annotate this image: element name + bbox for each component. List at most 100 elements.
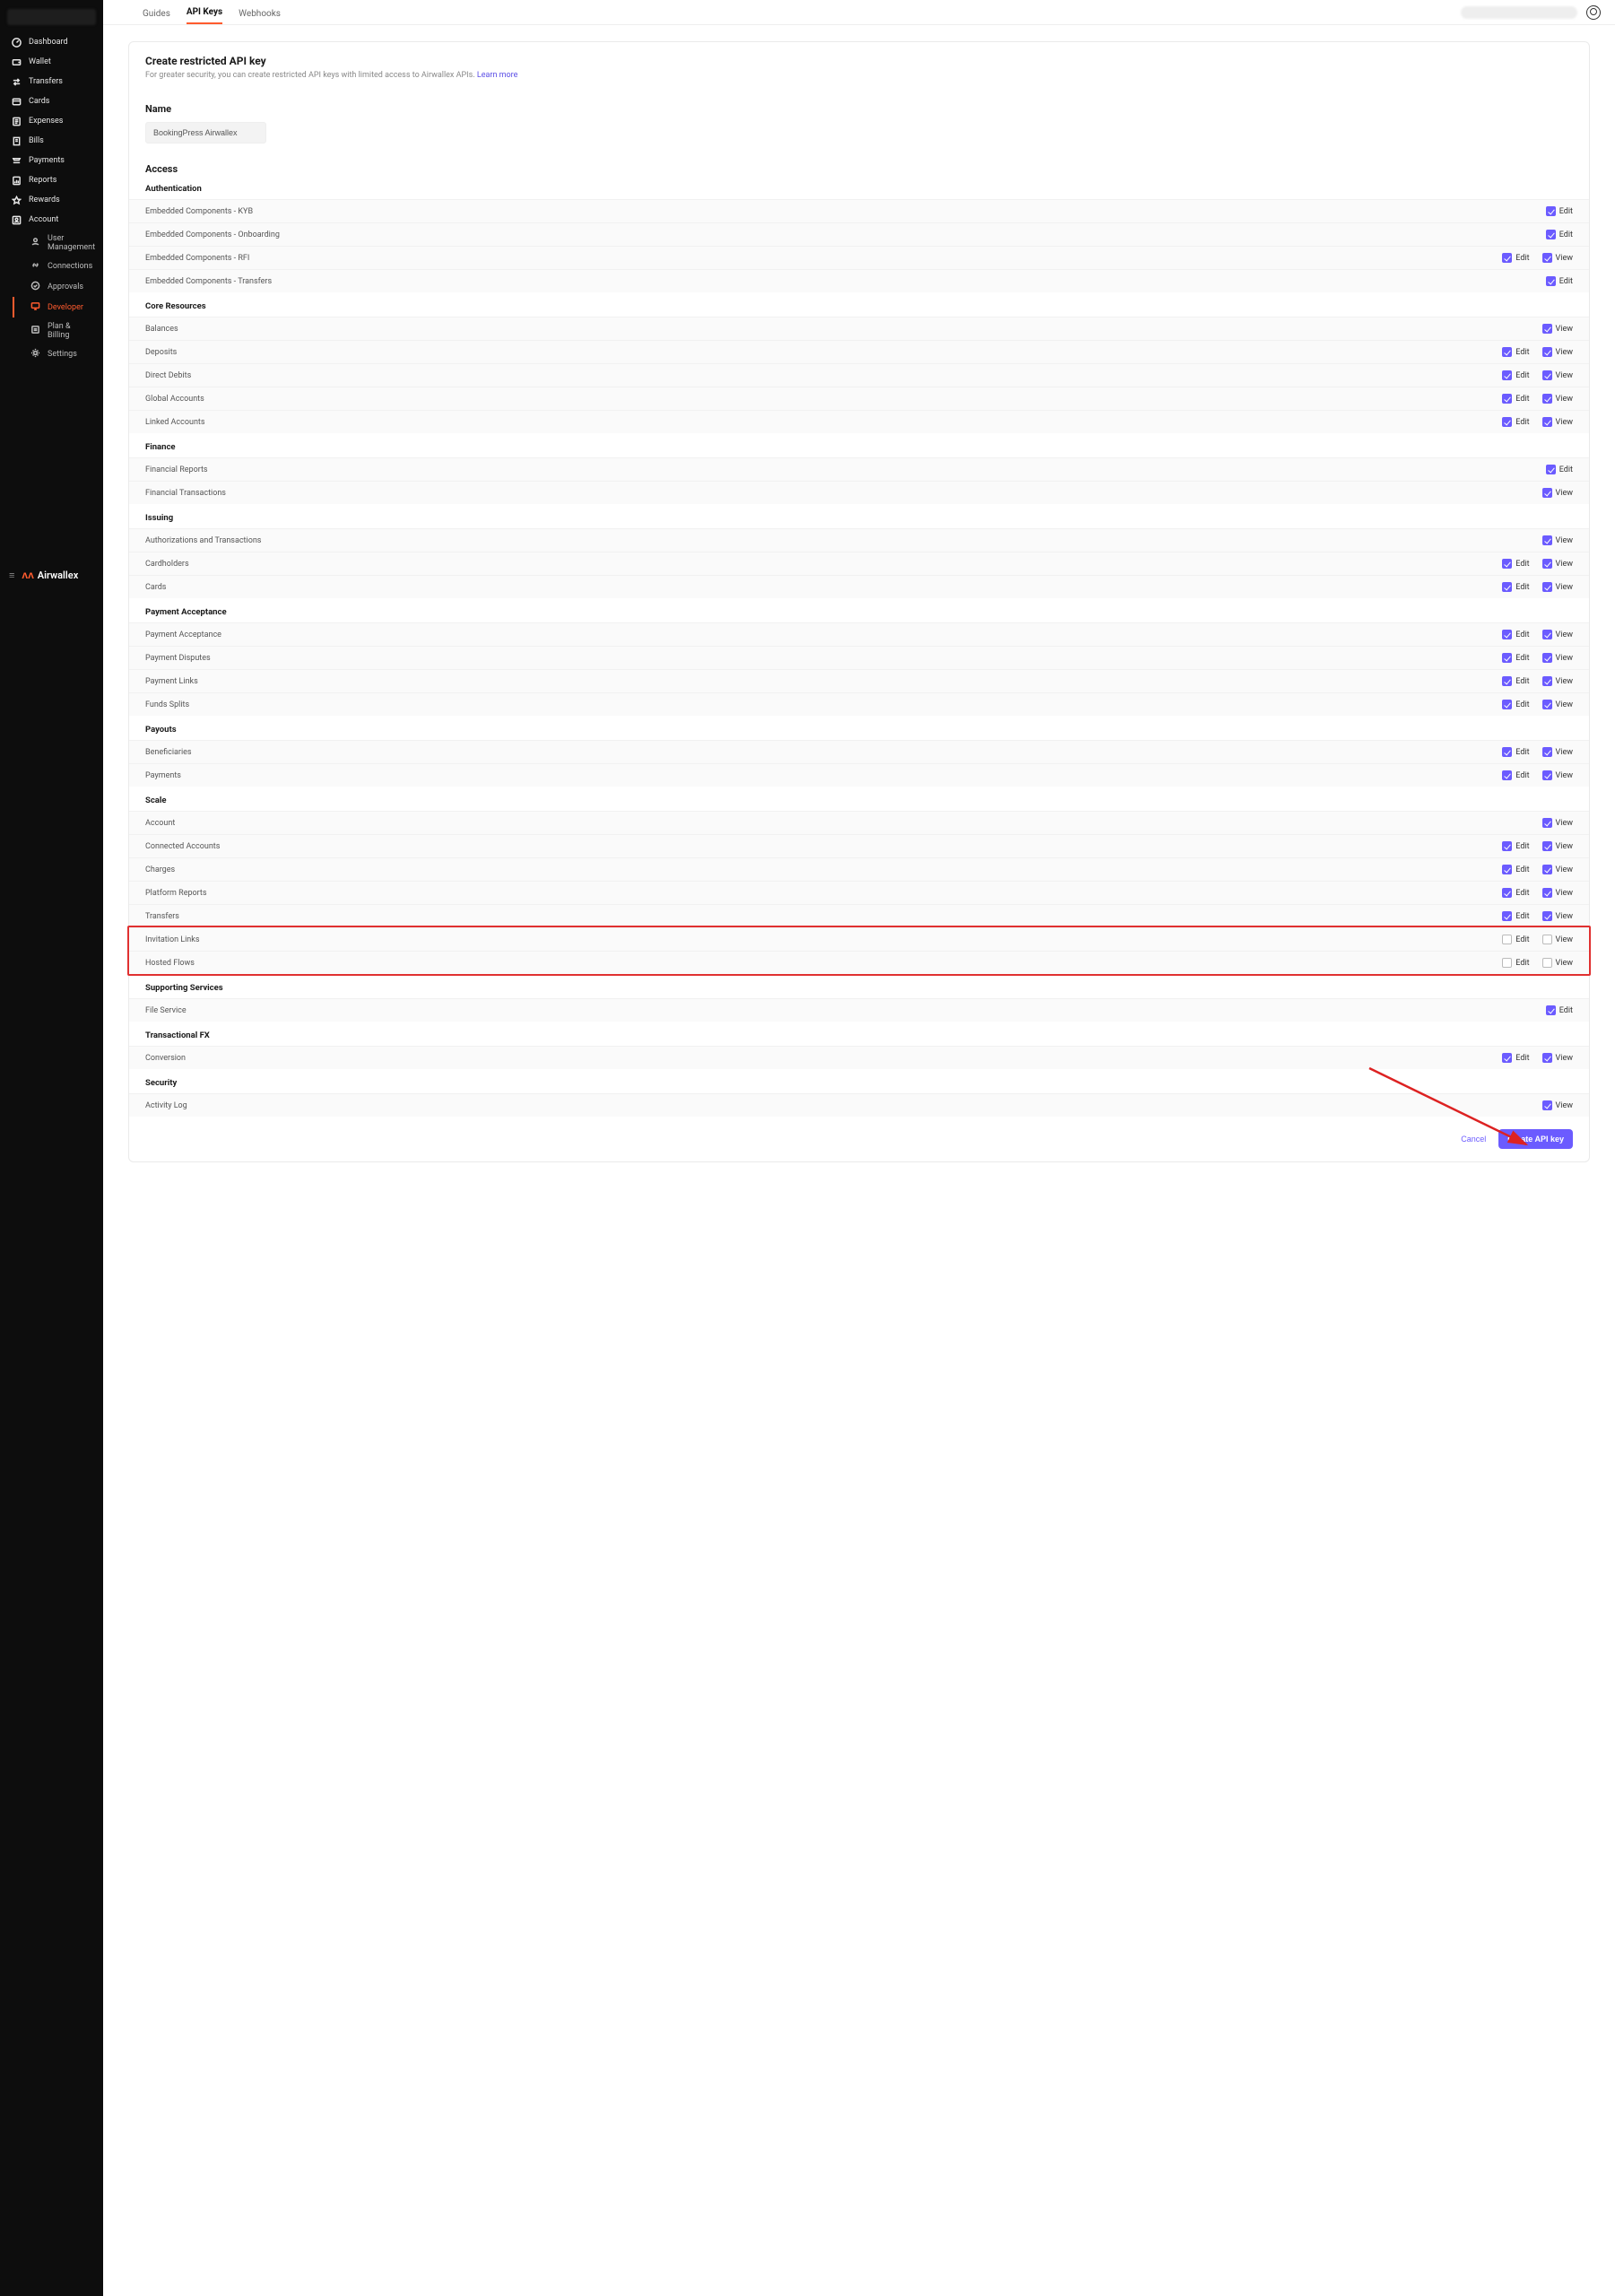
permission-name: File Service — [145, 1006, 187, 1015]
edit-checkbox[interactable]: Edit — [1502, 770, 1529, 780]
edit-checkbox[interactable]: Edit — [1502, 841, 1529, 851]
tab-webhooks[interactable]: Webhooks — [239, 9, 281, 24]
plan-icon — [30, 325, 40, 337]
tab-api-keys[interactable]: API Keys — [187, 7, 222, 24]
monitor-icon — [30, 301, 40, 314]
edit-checkbox[interactable]: Edit — [1502, 676, 1529, 686]
edit-checkbox[interactable]: Edit — [1546, 465, 1573, 474]
view-checkbox[interactable]: View — [1542, 653, 1573, 663]
view-checkbox[interactable]: View — [1542, 394, 1573, 404]
name-section-title: Name — [145, 103, 1573, 115]
sidebar-sub-approvals[interactable]: Approvals — [13, 276, 103, 297]
sidebar-item-label: Dashboard — [29, 38, 68, 47]
view-checkbox[interactable]: View — [1542, 370, 1573, 380]
edit-checkbox[interactable]: Edit — [1502, 630, 1529, 639]
edit-checkbox[interactable]: Edit — [1502, 958, 1529, 968]
group-header: Core Resources — [129, 292, 1589, 317]
view-checkbox[interactable]: View — [1542, 841, 1573, 851]
sidebar-item-dashboard[interactable]: Dashboard — [0, 32, 103, 52]
permission-row: Payment DisputesEditView — [129, 646, 1589, 669]
learn-more-link[interactable]: Learn more — [477, 71, 518, 80]
edit-checkbox[interactable]: Edit — [1502, 417, 1529, 427]
sidebar-item-reports[interactable]: Reports — [0, 170, 103, 190]
edit-checkbox[interactable]: Edit — [1546, 230, 1573, 239]
view-checkbox[interactable]: View — [1542, 958, 1573, 968]
view-checkbox[interactable]: View — [1542, 818, 1573, 828]
edit-checkbox[interactable]: Edit — [1502, 865, 1529, 874]
view-checkbox[interactable]: View — [1542, 1053, 1573, 1063]
sidebar-item-expenses[interactable]: Expenses — [0, 111, 103, 131]
permission-name: Hosted Flows — [145, 959, 195, 968]
view-checkbox[interactable]: View — [1542, 535, 1573, 545]
sidebar-item-rewards[interactable]: Rewards — [0, 190, 103, 210]
edit-checkbox[interactable]: Edit — [1502, 394, 1529, 404]
view-checkbox[interactable]: View — [1542, 253, 1573, 263]
edit-checkbox[interactable]: Edit — [1546, 206, 1573, 216]
sidebar-item-cards[interactable]: Cards — [0, 91, 103, 111]
view-checkbox[interactable]: View — [1542, 324, 1573, 334]
sidebar-item-account[interactable]: Account — [0, 210, 103, 230]
sidebar-item-wallet[interactable]: Wallet — [0, 52, 103, 72]
edit-checkbox[interactable]: Edit — [1502, 370, 1529, 380]
permission-row: Linked AccountsEditView — [129, 410, 1589, 433]
view-checkbox[interactable]: View — [1542, 1100, 1573, 1110]
permission-row: BeneficiariesEditView — [129, 740, 1589, 763]
rewards-icon — [11, 195, 22, 205]
create-api-key-button[interactable]: Create API key — [1498, 1129, 1573, 1149]
permission-name: Embedded Components - Transfers — [145, 277, 272, 286]
view-checkbox[interactable]: View — [1542, 911, 1573, 921]
view-checkbox[interactable]: View — [1542, 888, 1573, 898]
sidebar-sub-settings[interactable]: Settings — [13, 344, 103, 364]
permission-row: Charges Edit View — [129, 857, 1589, 881]
sidebar-sub-plan-billing[interactable]: Plan & Billing — [13, 317, 103, 344]
sidebar-item-payments[interactable]: Payments — [0, 151, 103, 170]
edit-checkbox[interactable]: Edit — [1502, 1053, 1529, 1063]
view-checkbox[interactable]: View — [1542, 747, 1573, 757]
edit-checkbox[interactable]: Edit — [1502, 582, 1529, 592]
sidebar-sub-label: Settings — [48, 350, 77, 359]
sidebar-sub-user-management[interactable]: User Management — [13, 230, 103, 256]
edit-checkbox[interactable]: Edit — [1502, 888, 1529, 898]
view-checkbox[interactable]: View — [1542, 347, 1573, 357]
sidebar-item-label: Wallet — [29, 57, 51, 66]
sidebar-item-transfers[interactable]: Transfers — [0, 72, 103, 91]
sidebar-item-bills[interactable]: Bills — [0, 131, 103, 151]
edit-checkbox[interactable]: Edit — [1502, 347, 1529, 357]
tab-guides[interactable]: Guides — [143, 9, 170, 24]
permission-row: Embedded Components - OnboardingEdit — [129, 222, 1589, 246]
view-checkbox[interactable]: View — [1542, 700, 1573, 709]
edit-checkbox[interactable]: Edit — [1502, 559, 1529, 569]
group-header: Scale — [129, 787, 1589, 811]
permission-name: Charges — [145, 865, 175, 874]
view-checkbox[interactable]: View — [1542, 770, 1573, 780]
view-checkbox[interactable]: View — [1542, 935, 1573, 944]
permission-row: Global AccountsEditView — [129, 387, 1589, 410]
edit-checkbox[interactable]: Edit — [1546, 1005, 1573, 1015]
view-checkbox[interactable]: View — [1542, 865, 1573, 874]
edit-checkbox[interactable]: Edit — [1502, 653, 1529, 663]
create-api-key-card: Create restricted API key For greater se… — [128, 41, 1590, 1162]
view-checkbox[interactable]: View — [1542, 488, 1573, 498]
cancel-button[interactable]: Cancel — [1461, 1129, 1486, 1149]
permission-name: Embedded Components - KYB — [145, 207, 253, 216]
sidebar-sub-connections[interactable]: Connections — [13, 256, 103, 276]
edit-checkbox[interactable]: Edit — [1502, 747, 1529, 757]
edit-checkbox[interactable]: Edit — [1502, 700, 1529, 709]
view-checkbox[interactable]: View — [1542, 582, 1573, 592]
permission-row: Embedded Components - Transfers Edit — [129, 269, 1589, 292]
permission-row: Invitation LinksEditView — [129, 927, 1589, 951]
menu-toggle-icon[interactable]: ≡ — [9, 570, 14, 581]
view-checkbox[interactable]: View — [1542, 417, 1573, 427]
api-key-name-input[interactable] — [145, 122, 266, 144]
sidebar-sub-developer[interactable]: Developer — [13, 297, 103, 317]
avatar-icon[interactable] — [1586, 5, 1601, 20]
edit-checkbox[interactable]: Edit — [1502, 935, 1529, 944]
view-checkbox[interactable]: View — [1542, 559, 1573, 569]
edit-checkbox[interactable]: Edit — [1502, 253, 1529, 263]
view-checkbox[interactable]: View — [1542, 630, 1573, 639]
view-checkbox[interactable]: View — [1542, 676, 1573, 686]
permission-name: Direct Debits — [145, 371, 191, 380]
edit-checkbox[interactable]: Edit — [1502, 911, 1529, 921]
edit-checkbox[interactable]: Edit — [1546, 276, 1573, 286]
permission-row: Platform ReportsEditView — [129, 881, 1589, 904]
